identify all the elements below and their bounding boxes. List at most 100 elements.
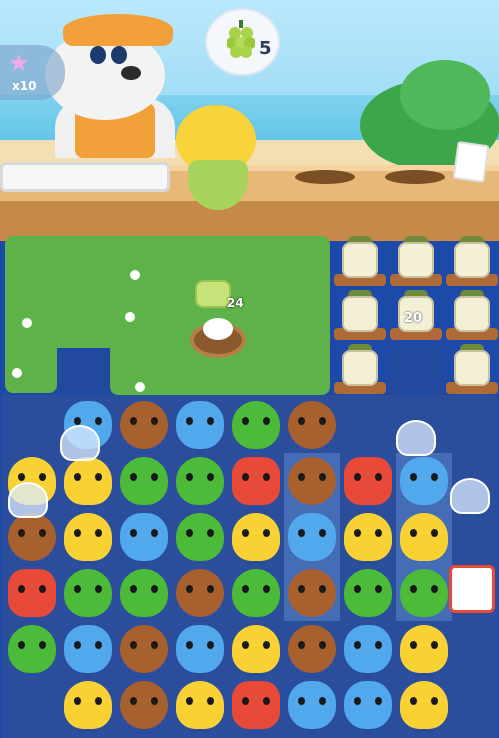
board-cell[interactable] <box>340 509 396 565</box>
board-cell[interactable] <box>396 621 452 677</box>
frog-piece-icon[interactable] <box>64 569 112 617</box>
board-cell[interactable] <box>116 509 172 565</box>
board-cell[interactable] <box>396 453 452 509</box>
chick-piece-icon[interactable] <box>344 513 392 561</box>
board-cell[interactable] <box>172 621 228 677</box>
board-cell[interactable] <box>4 677 60 733</box>
hippo-piece-icon[interactable] <box>288 513 336 561</box>
popcorn-icon[interactable] <box>449 565 495 613</box>
board-cell[interactable] <box>116 397 172 453</box>
order-note[interactable] <box>452 140 490 184</box>
board-cell[interactable] <box>4 397 60 453</box>
chick-piece-icon[interactable] <box>400 681 448 729</box>
bear-piece-icon[interactable] <box>288 625 336 673</box>
board-cell[interactable] <box>284 509 340 565</box>
board-cell[interactable] <box>172 677 228 733</box>
frog-piece-icon[interactable] <box>400 569 448 617</box>
flower-icon <box>22 318 32 328</box>
hippo-piece-icon[interactable] <box>176 401 224 449</box>
board-cell[interactable] <box>172 509 228 565</box>
bear-piece-icon[interactable] <box>120 625 168 673</box>
bear-piece-icon[interactable] <box>288 401 336 449</box>
board-cell[interactable] <box>284 453 340 509</box>
board-cell[interactable] <box>396 677 452 733</box>
piece-eyes <box>298 473 326 481</box>
board-cell[interactable] <box>284 397 340 453</box>
bear-eye <box>111 46 127 64</box>
board-cell[interactable] <box>172 397 228 453</box>
hippo-piece-icon[interactable] <box>64 625 112 673</box>
goal-bubble: 5 <box>205 8 280 76</box>
frog-piece-icon[interactable] <box>120 457 168 505</box>
piece-eyes <box>18 473 46 481</box>
frog-piece-icon[interactable] <box>176 457 224 505</box>
piece-eyes <box>242 697 270 705</box>
board-cell[interactable] <box>60 565 116 621</box>
board-cell[interactable] <box>284 677 340 733</box>
bear-piece-icon[interactable] <box>8 513 56 561</box>
board-cell[interactable] <box>228 509 284 565</box>
board-cell[interactable] <box>4 621 60 677</box>
hippo-piece-icon[interactable] <box>288 681 336 729</box>
bear-piece-icon[interactable] <box>120 681 168 729</box>
bear-piece-icon[interactable] <box>288 569 336 617</box>
piece-eyes <box>354 585 382 593</box>
frog-piece-icon[interactable] <box>176 513 224 561</box>
bear-piece-icon[interactable] <box>288 457 336 505</box>
fox-piece-icon[interactable] <box>8 569 56 617</box>
board-cell[interactable] <box>4 565 60 621</box>
board-cell[interactable] <box>228 397 284 453</box>
sink <box>0 162 170 192</box>
board-cell[interactable] <box>60 453 116 509</box>
piece-eyes <box>186 641 214 649</box>
board-cell[interactable] <box>60 677 116 733</box>
board-cell[interactable] <box>340 397 396 453</box>
frog-piece-icon[interactable] <box>344 569 392 617</box>
chick-piece-icon[interactable] <box>232 513 280 561</box>
frog-piece-icon[interactable] <box>120 569 168 617</box>
fox-piece-icon[interactable] <box>344 457 392 505</box>
chick-piece-icon[interactable] <box>176 681 224 729</box>
board-cell[interactable] <box>340 453 396 509</box>
hippo-piece-icon[interactable] <box>176 625 224 673</box>
frog-piece-icon[interactable] <box>8 625 56 673</box>
board-cell[interactable] <box>228 677 284 733</box>
board-cell[interactable] <box>340 621 396 677</box>
board-cell[interactable] <box>60 621 116 677</box>
chick-piece-icon[interactable] <box>400 513 448 561</box>
hippo-piece-icon[interactable] <box>400 457 448 505</box>
hippo-piece-icon[interactable] <box>344 681 392 729</box>
bear-piece-icon[interactable] <box>120 401 168 449</box>
frog-piece-icon[interactable] <box>232 569 280 617</box>
frog-piece-icon[interactable] <box>232 401 280 449</box>
game-stage: ★ x10 5 24 20 <box>0 0 499 738</box>
hippo-piece-icon[interactable] <box>344 625 392 673</box>
chick-piece-icon[interactable] <box>64 457 112 505</box>
fox-piece-icon[interactable] <box>232 457 280 505</box>
bear-piece-icon[interactable] <box>176 569 224 617</box>
chick-piece-icon[interactable] <box>64 513 112 561</box>
chick-piece-icon[interactable] <box>232 625 280 673</box>
chick-piece-icon[interactable] <box>64 681 112 729</box>
flower-icon <box>130 270 140 280</box>
board-cell[interactable] <box>172 565 228 621</box>
star-booster[interactable]: ★ x10 <box>0 45 65 100</box>
board-cell[interactable] <box>396 565 452 621</box>
board-cell[interactable] <box>228 565 284 621</box>
board-cell[interactable] <box>340 677 396 733</box>
board-cell[interactable] <box>284 621 340 677</box>
board-cell[interactable] <box>228 621 284 677</box>
chick-piece-icon[interactable] <box>400 625 448 673</box>
board-cell[interactable] <box>396 509 452 565</box>
board-cell[interactable] <box>116 453 172 509</box>
board-cell[interactable] <box>60 509 116 565</box>
hippo-piece-icon[interactable] <box>120 513 168 561</box>
board-cell[interactable] <box>284 565 340 621</box>
board-cell[interactable] <box>228 453 284 509</box>
board-cell[interactable] <box>340 565 396 621</box>
board-cell[interactable] <box>172 453 228 509</box>
fox-piece-icon[interactable] <box>232 681 280 729</box>
board-cell[interactable] <box>116 565 172 621</box>
board-cell[interactable] <box>116 621 172 677</box>
board-cell[interactable] <box>116 677 172 733</box>
